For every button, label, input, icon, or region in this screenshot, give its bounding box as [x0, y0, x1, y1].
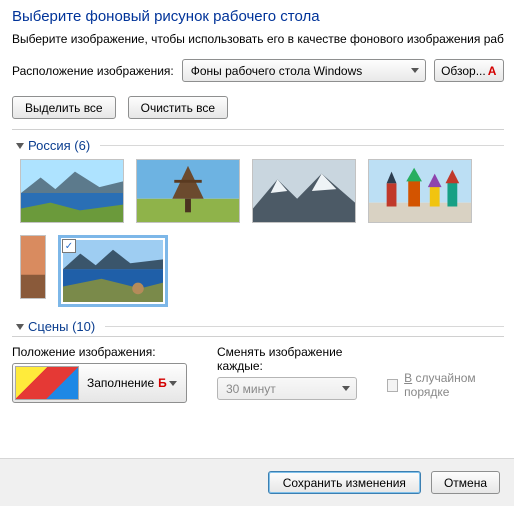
wallpaper-thumb-selected[interactable]: ✓ [58, 235, 168, 307]
location-value: Фоны рабочего стола Windows [191, 64, 363, 78]
chevron-down-icon [16, 143, 24, 149]
chevron-down-icon [411, 68, 419, 73]
marker-a: А [488, 64, 497, 78]
location-label: Расположение изображения: [12, 64, 174, 78]
wallpaper-thumb[interactable] [368, 159, 472, 223]
interval-value: 30 минут [226, 382, 276, 396]
checkbox-icon: ✓ [62, 239, 76, 253]
page-title: Выберите фоновый рисунок рабочего стола [12, 8, 504, 25]
position-label: Положение изображения: [12, 345, 187, 359]
checkbox-icon [387, 379, 398, 392]
chevron-down-icon [16, 324, 24, 330]
interval-combo[interactable]: 30 минут [217, 377, 357, 400]
position-preview [15, 366, 79, 400]
save-button[interactable]: Сохранить изменения [268, 471, 421, 494]
page-description: Выберите изображение, чтобы использовать… [12, 31, 504, 47]
group-header-scenes[interactable]: Сцены (10) [16, 319, 504, 334]
wallpaper-thumb[interactable] [20, 235, 46, 299]
select-all-button[interactable]: Выделить все [12, 96, 116, 119]
thumbnail-area: Россия (6) [12, 129, 504, 337]
group-header-russia[interactable]: Россия (6) [16, 138, 504, 153]
shuffle-checkbox-row[interactable]: В случайном порядке [387, 367, 504, 403]
interval-label: Сменять изображение каждые: [217, 345, 357, 373]
location-combo[interactable]: Фоны рабочего стола Windows [182, 59, 426, 82]
browse-button[interactable]: Обзор... А [434, 59, 504, 82]
wallpaper-thumb[interactable] [252, 159, 356, 223]
cancel-button[interactable]: Отмена [431, 471, 500, 494]
position-combo[interactable]: Заполнение Б [12, 363, 187, 403]
clear-all-button[interactable]: Очистить все [128, 96, 228, 119]
wallpaper-thumb[interactable] [136, 159, 240, 223]
shuffle-label: В случайном порядке [404, 371, 504, 399]
chevron-down-icon [342, 386, 350, 391]
chevron-down-icon [169, 381, 177, 386]
marker-b: Б [158, 376, 167, 390]
position-value: Заполнение [87, 376, 154, 390]
wallpaper-thumb[interactable] [20, 159, 124, 223]
footer: Сохранить изменения Отмена [0, 458, 514, 506]
